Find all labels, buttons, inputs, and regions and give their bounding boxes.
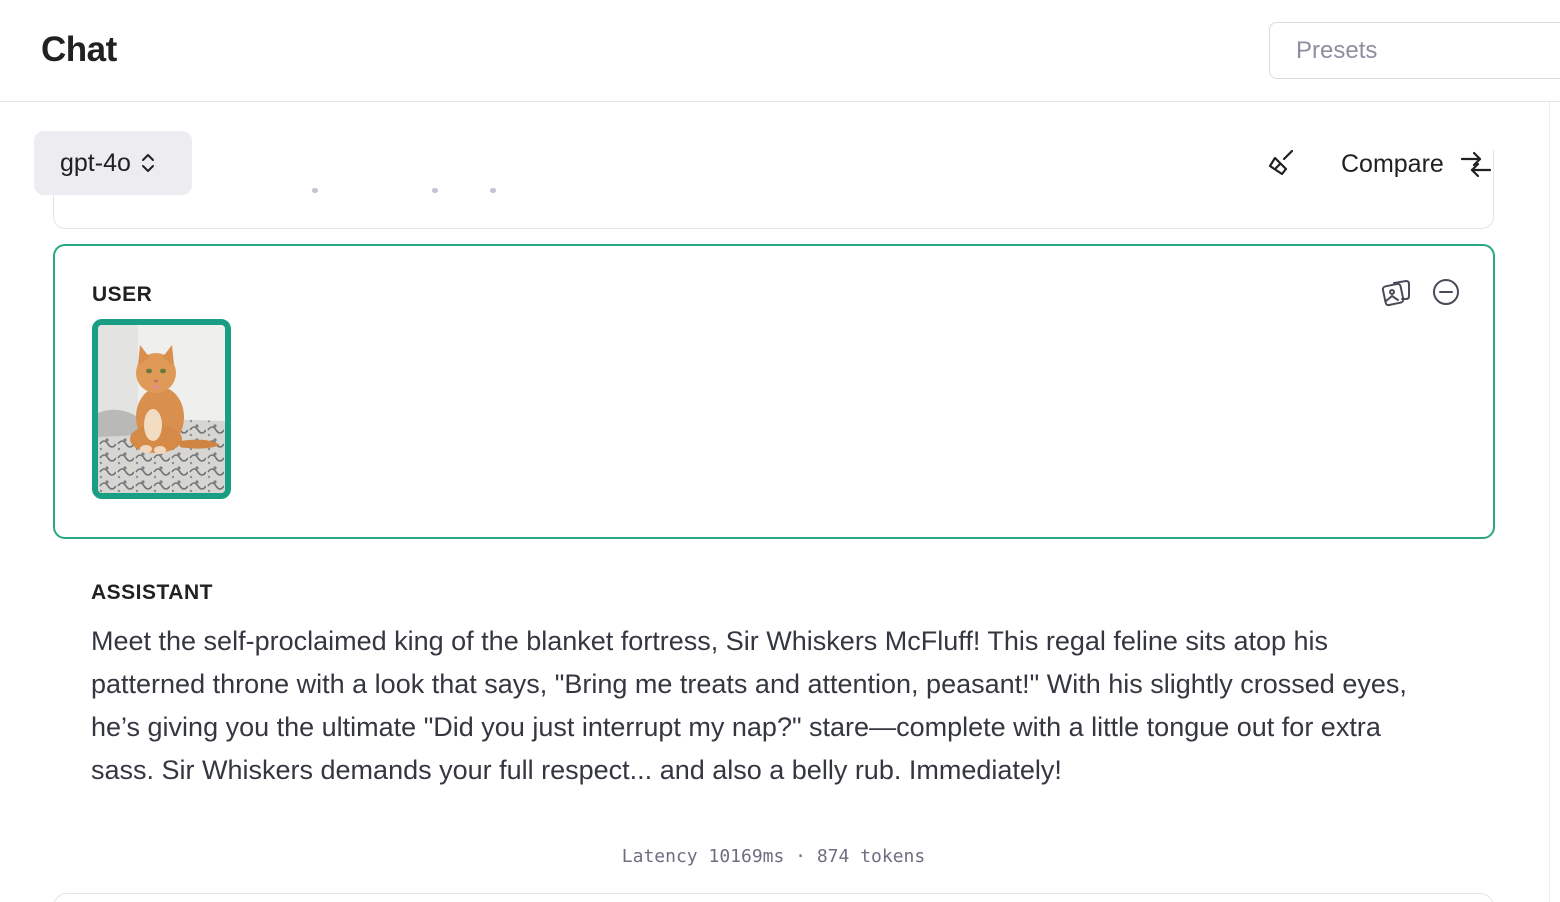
clear-chat-button[interactable] bbox=[1266, 148, 1298, 180]
minus-circle-icon bbox=[1431, 277, 1461, 312]
assistant-message-text: Meet the self-proclaimed king of the bla… bbox=[91, 626, 1407, 785]
chevron-up-down-icon bbox=[141, 152, 155, 174]
compare-button[interactable]: Compare bbox=[1341, 144, 1492, 184]
next-message-card bbox=[53, 893, 1494, 902]
broom-icon bbox=[1267, 147, 1297, 182]
add-image-button[interactable] bbox=[1379, 277, 1413, 311]
panel-divider bbox=[1549, 102, 1550, 902]
header: Chat Presets bbox=[0, 0, 1560, 102]
response-stats: Latency 10169ms · 874 tokens bbox=[621, 846, 926, 867]
page-title: Chat bbox=[41, 30, 117, 69]
add-image-icon bbox=[1380, 276, 1412, 313]
compare-label: Compare bbox=[1341, 149, 1444, 178]
truncated-text-mark bbox=[490, 188, 496, 193]
truncated-text-mark bbox=[312, 188, 318, 193]
user-message-card[interactable]: USER bbox=[53, 244, 1495, 539]
message-role-label: USER bbox=[92, 283, 153, 306]
message-role-label: ASSISTANT bbox=[91, 581, 213, 604]
cat-image-thumbnail[interactable] bbox=[92, 319, 231, 499]
model-name: gpt-4o bbox=[60, 148, 131, 177]
presets-select[interactable]: Presets bbox=[1269, 22, 1560, 79]
model-selector[interactable]: gpt-4o bbox=[34, 131, 192, 195]
compare-arrows-icon bbox=[1460, 150, 1492, 178]
remove-message-button[interactable] bbox=[1429, 277, 1463, 311]
truncated-text-mark bbox=[432, 188, 438, 193]
cat-photo-icon bbox=[98, 325, 225, 493]
